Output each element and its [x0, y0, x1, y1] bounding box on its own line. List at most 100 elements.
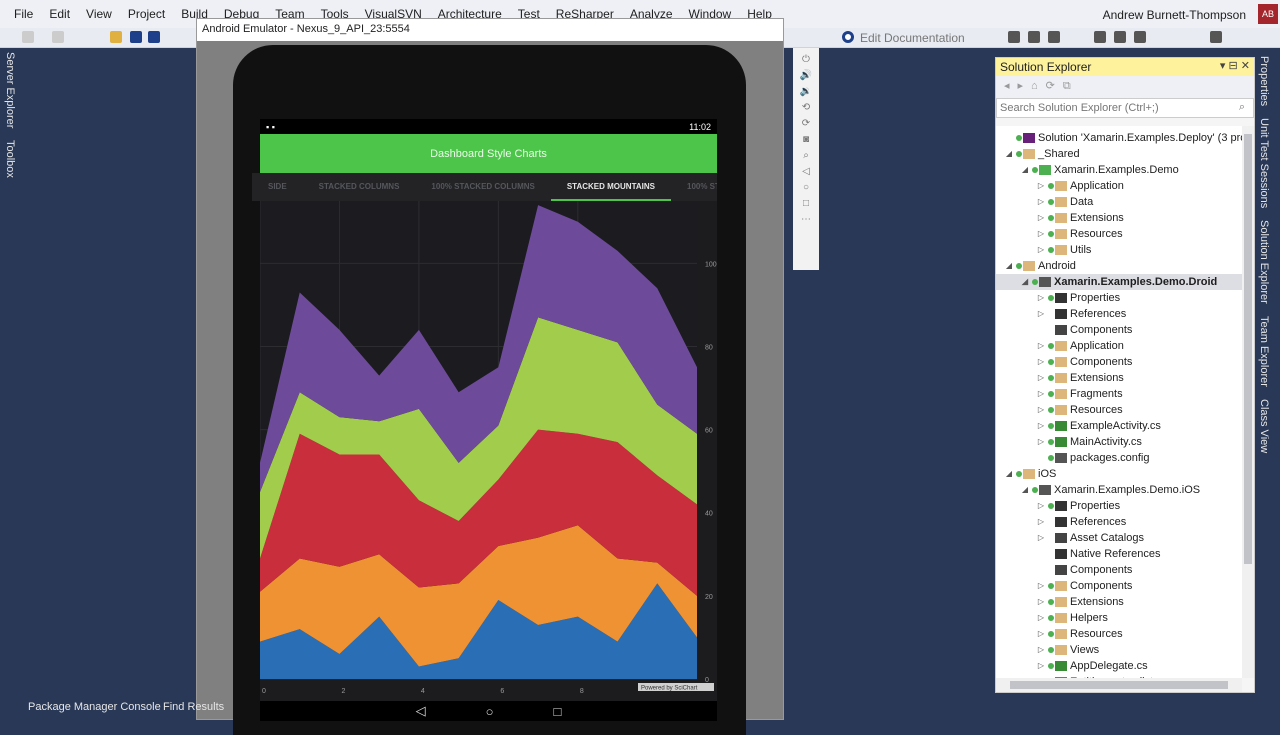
download-icon[interactable] [1028, 31, 1040, 43]
tab-properties[interactable]: Properties [1258, 56, 1270, 106]
tree-item[interactable]: ▷ Helpers [996, 610, 1242, 626]
tab-team-explorer[interactable]: Team Explorer [1258, 316, 1270, 387]
tree-item[interactable]: ▷ AppDelegate.cs [996, 658, 1242, 674]
collapse-icon[interactable]: ◢ [1020, 274, 1030, 290]
tab-chart-3[interactable]: STACKED MOUNTAINS [550, 173, 672, 201]
expand-icon[interactable]: ▷ [1036, 514, 1046, 530]
expand-icon[interactable]: ▷ [1036, 626, 1046, 642]
expand-icon[interactable]: ▷ [1036, 210, 1046, 226]
tree-item[interactable]: ▷ Extensions [996, 594, 1242, 610]
expand-icon[interactable]: ▷ [1036, 194, 1046, 210]
tab-chart-4[interactable]: 100% STACKED MOUNTAINS [671, 173, 717, 201]
save-icon[interactable] [130, 31, 142, 43]
terminal-icon[interactable] [1134, 31, 1146, 43]
expand-icon[interactable]: ▷ [1036, 498, 1046, 514]
tab-package-manager-console[interactable]: Package Manager Console [28, 701, 161, 713]
tree-item[interactable]: ▷ Resources [996, 226, 1242, 242]
edit-documentation-button[interactable]: Edit Documentation [860, 31, 965, 45]
tree-item[interactable]: ▷ Views [996, 642, 1242, 658]
tree-item[interactable]: ▷ Data [996, 194, 1242, 210]
vertical-scrollbar[interactable] [1242, 126, 1254, 678]
overview-icon[interactable]: □ [803, 198, 809, 209]
tab-unit-test-sessions[interactable]: Unit Test Sessions [1258, 118, 1270, 208]
search-icon[interactable]: ⌕ [1239, 101, 1245, 114]
expand-icon[interactable]: ▷ [1036, 610, 1046, 626]
expand-icon[interactable]: ▷ [1036, 418, 1046, 434]
tree-item[interactable]: ◢ Xamarin.Examples.Demo.iOS [996, 482, 1242, 498]
tree-item[interactable]: Solution 'Xamarin.Examples.Deploy' (3 pr… [996, 130, 1242, 146]
tree-item[interactable]: Components [996, 562, 1242, 578]
volume-up-icon[interactable]: 🔊 [800, 70, 812, 81]
menu-view[interactable]: View [86, 7, 112, 21]
tree-item[interactable]: ◢ Android [996, 258, 1242, 274]
tree-item[interactable]: ▷ Properties [996, 498, 1242, 514]
tab-solution-explorer[interactable]: Solution Explorer [1258, 220, 1270, 304]
record-icon[interactable] [842, 31, 854, 43]
menu-project[interactable]: Project [128, 7, 165, 21]
back-icon[interactable]: ◁ [802, 166, 810, 177]
tree-item[interactable]: ◢ iOS [996, 466, 1242, 482]
tree-item[interactable]: ▷ References [996, 514, 1242, 530]
search-solution-explorer-input[interactable]: Search Solution Explorer (Ctrl+;) ⌕ [996, 98, 1254, 118]
tab-toolbox[interactable]: Toolbox [4, 140, 16, 178]
volume-down-icon[interactable]: 🔉 [800, 86, 812, 97]
power-icon[interactable]: ⏻ [802, 54, 810, 65]
collapse-icon[interactable]: ◢ [1004, 466, 1014, 482]
expand-icon[interactable]: ▷ [1036, 434, 1046, 450]
expand-icon[interactable]: ▷ [1036, 354, 1046, 370]
back-icon[interactable] [22, 31, 34, 43]
collapse-icon[interactable]: ◢ [1004, 146, 1014, 162]
toolbar-icons[interactable]: ◂▸⌂⟳⧉ [1004, 80, 1079, 92]
expand-icon[interactable]: ▷ [1036, 642, 1046, 658]
tree-item[interactable]: ◢ Xamarin.Examples.Demo.Droid [996, 274, 1242, 290]
tree-item[interactable]: ▷ Application [996, 338, 1242, 354]
tab-find-results[interactable]: Find Results [163, 701, 224, 713]
tree-item[interactable]: ▷ MainActivity.cs [996, 434, 1242, 450]
tree-item[interactable]: ▷ Application [996, 178, 1242, 194]
zoom-icon[interactable]: ⌕ [803, 150, 809, 161]
collapse-icon[interactable]: ◢ [1020, 162, 1030, 178]
home-icon[interactable]: ○ [803, 182, 809, 193]
tree-item[interactable]: Native References [996, 546, 1242, 562]
user-name[interactable]: Andrew Burnett-Thompson [1103, 8, 1246, 22]
tab-chart-0[interactable]: SIDE [252, 173, 303, 201]
tab-chart-2[interactable]: 100% STACKED COLUMNS [415, 173, 550, 201]
collapse-icon[interactable]: ◢ [1020, 482, 1030, 498]
expand-icon[interactable]: ▷ [1036, 242, 1046, 258]
tree-item[interactable]: ▷ References [996, 306, 1242, 322]
tree-item[interactable]: ◢ _Shared [996, 146, 1242, 162]
tree-item[interactable]: ▷ ExampleActivity.cs [996, 418, 1242, 434]
expand-icon[interactable]: ▷ [1036, 594, 1046, 610]
monitor-icon[interactable] [1210, 31, 1222, 43]
rotate-right-icon[interactable]: ⟳ [802, 118, 810, 129]
camera-icon[interactable]: ◙ [803, 134, 809, 145]
menu-file[interactable]: File [14, 7, 33, 21]
expand-icon[interactable]: ▷ [1036, 290, 1046, 306]
expand-icon[interactable]: ▷ [1036, 578, 1046, 594]
expand-icon[interactable]: ▷ [1036, 338, 1046, 354]
tree-item[interactable]: ▷ Extensions [996, 210, 1242, 226]
tree-item[interactable]: ▷ Utils [996, 242, 1242, 258]
expand-icon[interactable]: ▷ [1036, 178, 1046, 194]
horizontal-scrollbar[interactable] [996, 678, 1242, 692]
tree-item[interactable]: ▷ Fragments [996, 386, 1242, 402]
rotate-left-icon[interactable]: ⟲ [802, 102, 810, 113]
save-all-icon[interactable] [148, 31, 160, 43]
upload-icon[interactable] [1048, 31, 1060, 43]
expand-icon[interactable]: ▷ [1036, 370, 1046, 386]
avatar[interactable]: AB [1258, 4, 1278, 24]
expand-icon[interactable]: ▷ [1036, 386, 1046, 402]
tree-item[interactable]: ▷ Components [996, 578, 1242, 594]
open-folder-icon[interactable] [110, 31, 122, 43]
expand-icon[interactable]: ▷ [1036, 658, 1046, 674]
android-icon[interactable] [1114, 31, 1126, 43]
tree-item[interactable]: ◢ Xamarin.Examples.Demo [996, 162, 1242, 178]
tree-item[interactable]: ▷ Properties [996, 290, 1242, 306]
collapse-icon[interactable]: ◢ [1004, 258, 1014, 274]
more-icon[interactable]: ⋯ [801, 214, 811, 225]
tab-server-explorer[interactable]: Server Explorer [4, 52, 16, 128]
tree-item[interactable]: ▷ Extensions [996, 370, 1242, 386]
tab-chart-1[interactable]: STACKED COLUMNS [303, 173, 416, 201]
forward-icon[interactable] [52, 31, 64, 43]
expand-icon[interactable]: ▷ [1036, 306, 1046, 322]
